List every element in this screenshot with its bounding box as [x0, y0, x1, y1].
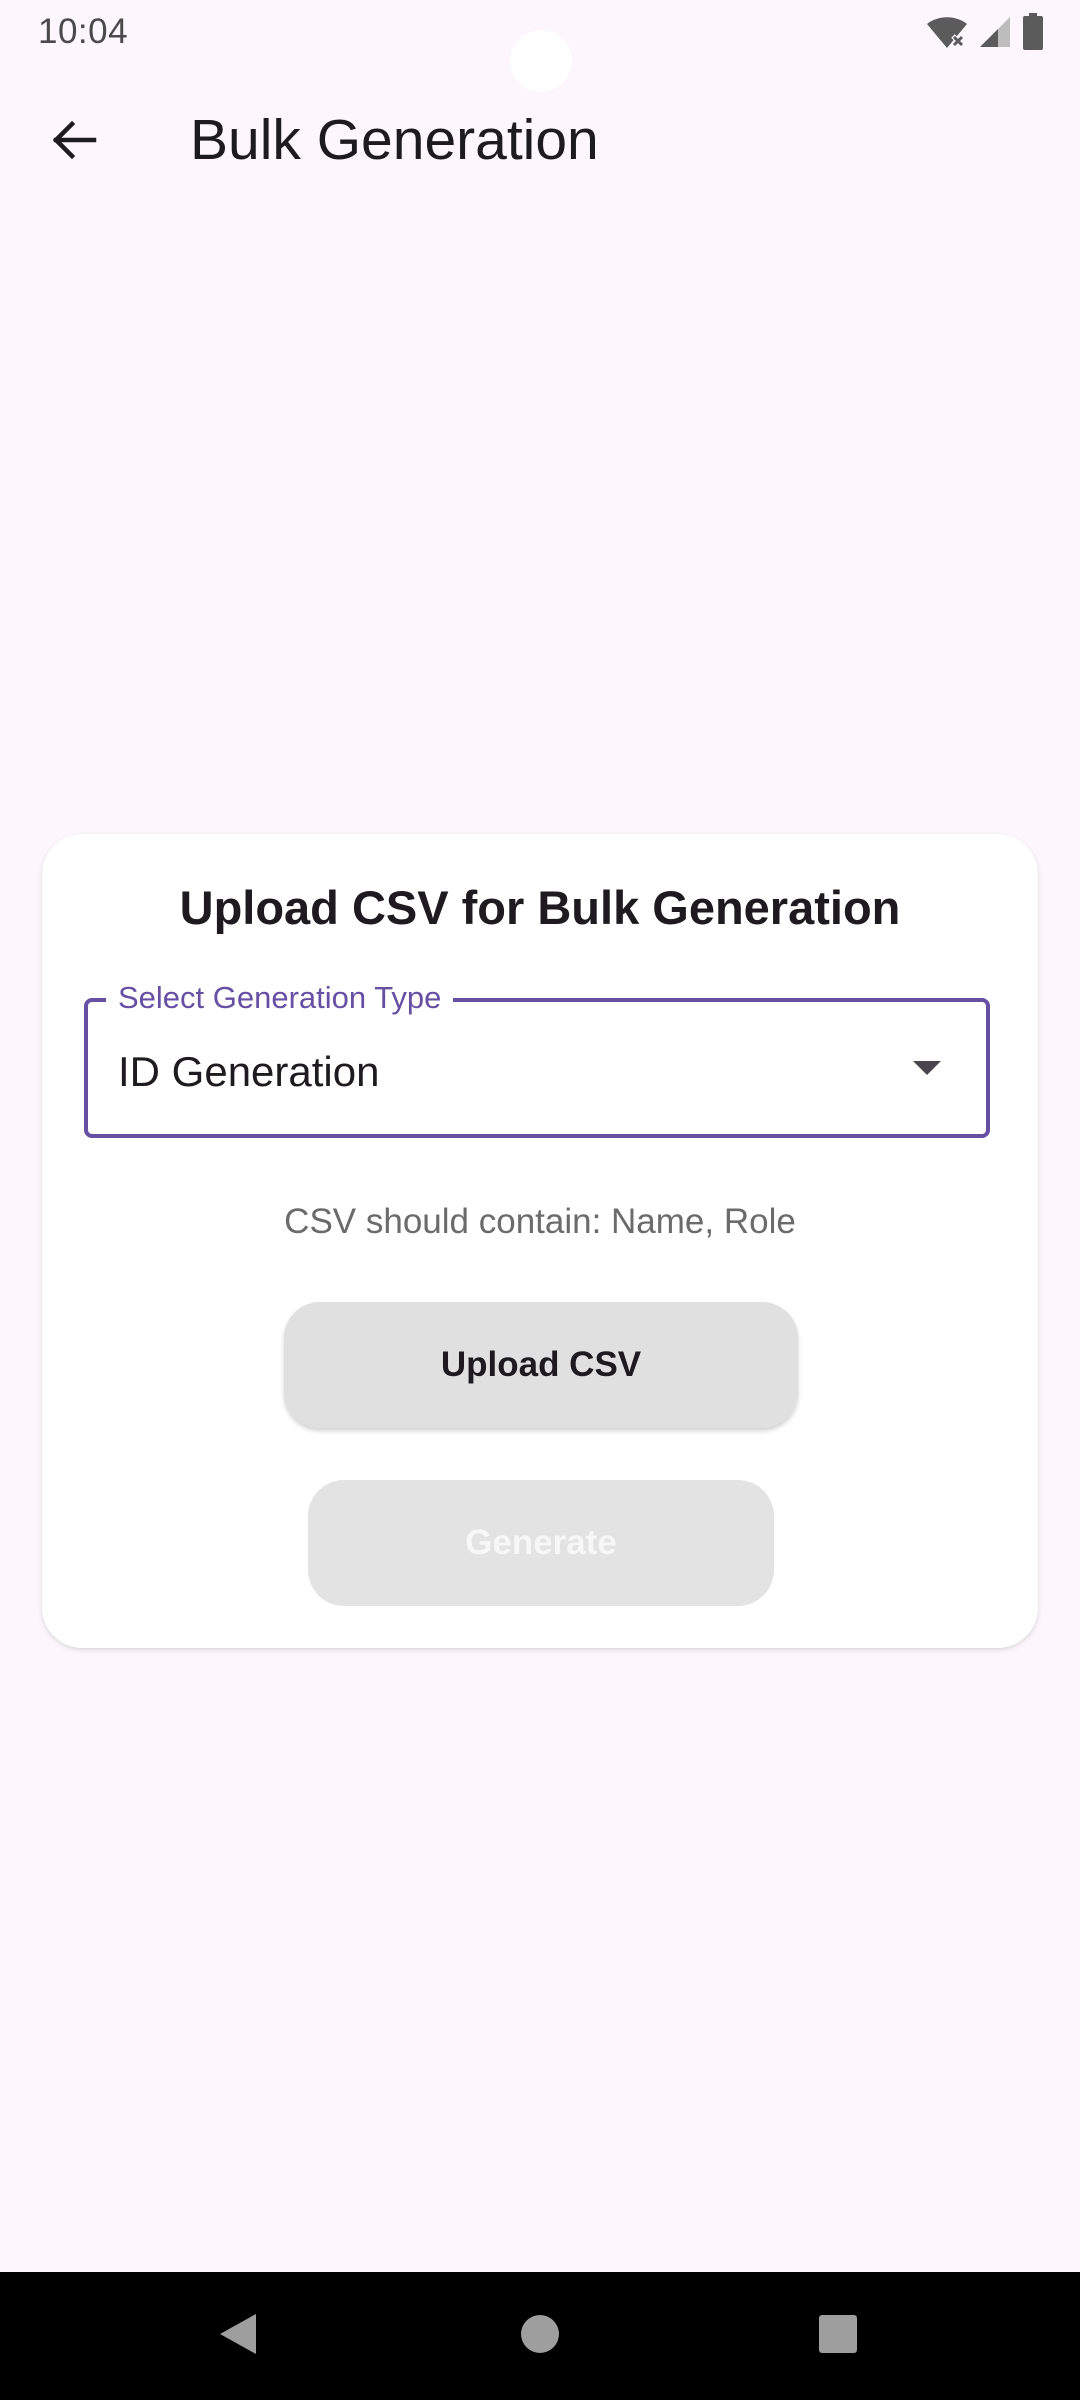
nav-back-icon [218, 2312, 258, 2361]
nav-back-button[interactable] [198, 2296, 278, 2376]
card-title: Upload CSV for Bulk Generation [179, 881, 901, 934]
system-nav-bar [0, 2272, 1080, 2400]
nav-home-icon [520, 2314, 560, 2359]
nav-home-button[interactable] [500, 2296, 580, 2376]
upload-csv-button[interactable]: Upload CSV [284, 1302, 798, 1428]
arrow-back-icon [50, 116, 98, 169]
csv-hint-text: CSV should contain: Name, Role [284, 1202, 796, 1241]
wifi-off-icon [926, 14, 968, 50]
battery-icon [1022, 13, 1044, 51]
status-time: 10:04 [38, 12, 129, 51]
back-button[interactable] [32, 100, 116, 184]
status-icons [926, 12, 1044, 52]
status-bar: 10:04 [0, 0, 1080, 92]
select-label: Select Generation Type [106, 978, 454, 1018]
cellular-signal-icon [978, 15, 1012, 49]
select-value: ID Generation [118, 1048, 380, 1095]
app-bar: Bulk Generation [0, 70, 1080, 200]
upload-card: Upload CSV for Bulk Generation Select Ge… [42, 834, 1038, 1648]
generate-button[interactable]: Generate [308, 1480, 774, 1606]
generation-type-select[interactable]: Select Generation Type ID Generation [84, 978, 990, 1138]
arrow-drop-down-icon [912, 1060, 942, 1081]
nav-recents-icon [818, 2314, 858, 2359]
nav-recents-button[interactable] [798, 2296, 878, 2376]
page-title: Bulk Generation [190, 108, 599, 172]
